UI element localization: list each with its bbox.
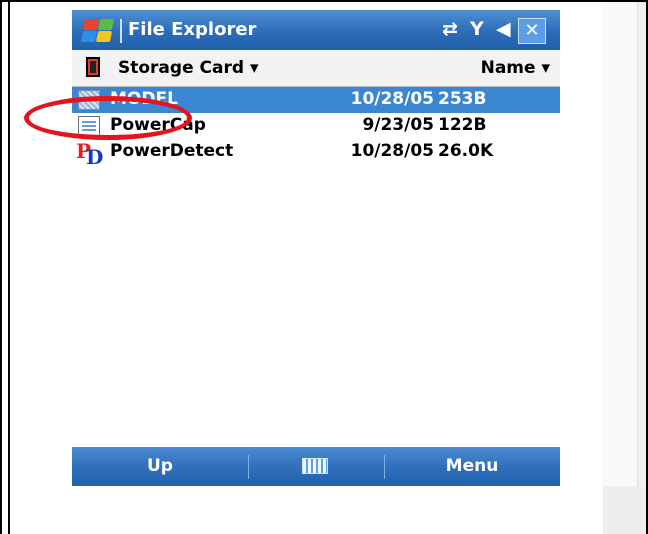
file-row-powerdetect[interactable]: PD PowerDetect 10/28/05 26.0K [72,139,560,169]
windows-start-icon[interactable] [80,16,115,44]
up-button[interactable]: Up [72,447,248,486]
file-icon [78,90,100,110]
title-separator [120,19,122,43]
side-panel-bottom [603,486,646,534]
soft-key-bar: Up Menu [72,447,560,486]
device-screen: File Explorer ⇄ Y ◀ ✕ Storage Card ▾ Nam… [72,10,560,486]
folder-dropdown[interactable]: Storage Card ▾ [118,58,258,78]
file-name: PowerCap [110,115,206,135]
file-date: 10/28/05 [350,89,434,109]
page-frame-inner-left [8,0,10,534]
status-icons: ⇄ Y ◀ [440,16,520,44]
menu-button[interactable]: Menu [384,447,560,486]
menu-divider [248,455,249,479]
signal-off-icon[interactable]: Y [470,18,484,40]
side-panel-inner [603,2,638,486]
file-date: 9/23/05 [362,115,434,135]
title-bar: File Explorer ⇄ Y ◀ ✕ [72,10,560,50]
file-name: PowerDetect [110,141,234,161]
file-size: 253B [438,89,487,109]
folder-bar: Storage Card ▾ Name ▾ [72,50,560,87]
keyboard-icon[interactable] [302,458,328,474]
page-frame-left [0,0,2,534]
storage-card-icon [86,57,100,77]
powerdetect-app-icon: PD [76,139,104,169]
file-size: 26.0K [438,141,494,161]
close-button[interactable]: ✕ [518,18,546,44]
sort-dropdown[interactable]: Name ▾ [481,58,550,78]
file-name: MODEL [110,89,178,109]
app-title: File Explorer [128,19,257,40]
file-list: MODEL 10/28/05 253B PowerCap 9/23/05 122… [72,87,560,447]
file-size: 122B [438,115,487,135]
file-row-model[interactable]: MODEL 10/28/05 253B [72,87,560,113]
page-frame-top [0,0,648,2]
file-row-powercap[interactable]: PowerCap 9/23/05 122B [72,113,560,139]
volume-icon[interactable]: ◀ [496,18,511,40]
file-date: 10/28/05 [350,141,434,161]
document-icon [78,116,100,136]
connectivity-icon[interactable]: ⇄ [442,18,458,40]
